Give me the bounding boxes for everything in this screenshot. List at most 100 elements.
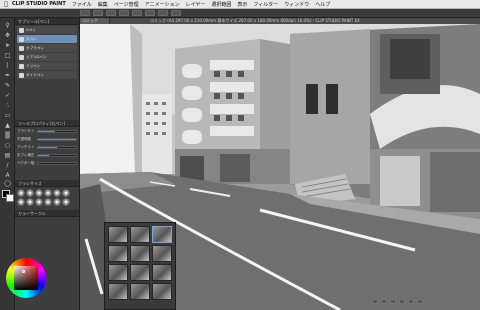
apple-icon[interactable]:  — [0, 1, 12, 8]
menu-edit[interactable]: 編集 — [98, 1, 108, 8]
page-thumbnail[interactable] — [108, 226, 128, 243]
brush-size-preset[interactable] — [62, 189, 70, 197]
brush-size-preset[interactable] — [35, 198, 43, 206]
color-picker-handle[interactable] — [22, 270, 25, 273]
reset-icon[interactable] — [417, 299, 423, 304]
brush-size-preset[interactable] — [35, 189, 43, 197]
zoom-in-icon[interactable] — [381, 299, 387, 304]
app-name[interactable]: CLIP STUDIO PAINT — [12, 1, 66, 7]
gradient-icon[interactable]: ▒ — [3, 132, 12, 140]
subtool-item[interactable]: ガイドペン — [17, 71, 77, 79]
redo-icon[interactable] — [132, 10, 142, 16]
clear-icon[interactable] — [145, 10, 155, 16]
fit-icon[interactable] — [408, 299, 414, 304]
property-slider[interactable] — [37, 154, 77, 157]
page-thumbnail[interactable] — [108, 264, 128, 281]
subtool-label: ガイドペン — [26, 72, 44, 77]
ruler-icon[interactable]: ∕ — [3, 162, 12, 170]
property-row[interactable]: ベクター吸着 — [17, 160, 77, 167]
subtool-header: サブツール[ペン] — [15, 18, 79, 25]
save-icon[interactable] — [106, 10, 116, 16]
property-slider[interactable] — [37, 162, 77, 165]
eyedropper-icon[interactable]: ⌈ — [3, 62, 12, 70]
sub-color-swatch[interactable] — [6, 194, 14, 202]
new-icon[interactable] — [80, 10, 90, 16]
menu-layer[interactable]: レイヤー — [185, 1, 205, 8]
pen-icon — [19, 54, 24, 60]
menu-window[interactable]: ウィンドウ — [284, 1, 309, 8]
pen-icon — [19, 45, 24, 51]
page-thumbnail[interactable] — [130, 264, 150, 281]
brush-size-preset[interactable] — [26, 189, 34, 197]
menu-selection[interactable]: 選択範囲 — [211, 1, 231, 8]
brush-size-preset[interactable] — [17, 189, 25, 197]
undo-icon[interactable] — [119, 10, 129, 16]
subtool-label: リアルGペン — [26, 54, 47, 59]
property-label: ブラシサイズ — [17, 129, 35, 133]
property-slider[interactable] — [37, 146, 77, 149]
transform-icon[interactable] — [158, 10, 168, 16]
page-thumbnail[interactable] — [108, 283, 128, 300]
subtool-item[interactable]: ミリペン — [17, 62, 77, 70]
menu-file[interactable]: ファイル — [72, 1, 92, 8]
menu-animation[interactable]: アニメーション — [145, 1, 180, 8]
brush-size-preset[interactable] — [17, 198, 25, 206]
subtool-label: カブラペン — [26, 45, 44, 50]
page-thumbnail[interactable] — [152, 283, 172, 300]
menubar:  CLIP STUDIO PAINT ファイル 編集 ページ管理 アニメーショ… — [0, 0, 480, 9]
subtool-item[interactable]: リアルGペン — [17, 53, 77, 61]
brush-size-header: ブラシサイズ — [15, 180, 79, 187]
flip-icon[interactable] — [399, 299, 405, 304]
operation-icon[interactable]: ➤ — [3, 42, 12, 50]
brush-size-preset[interactable] — [44, 189, 52, 197]
airbrush-icon[interactable]: ∴ — [3, 102, 12, 110]
frame-icon[interactable]: ▤ — [3, 152, 12, 160]
page-thumbnail[interactable] — [108, 245, 128, 262]
brush-size-preset[interactable] — [62, 198, 70, 206]
subtool-label: Gペン — [26, 27, 36, 32]
property-label: 手ブレ補正 — [17, 153, 35, 157]
pencil-icon[interactable]: ✎ — [3, 82, 12, 90]
property-slider[interactable] — [37, 138, 77, 141]
brush-size-preset[interactable] — [53, 198, 61, 206]
zoom-out-icon[interactable] — [372, 299, 378, 304]
text-icon[interactable]: A — [3, 172, 12, 180]
color-saturation-box[interactable] — [14, 266, 38, 290]
figure-icon[interactable]: ○ — [3, 142, 12, 150]
menu-help[interactable]: ヘルプ — [315, 1, 330, 8]
menu-filter[interactable]: フィルター — [253, 1, 278, 8]
brush-size-preset[interactable] — [44, 198, 52, 206]
open-icon[interactable] — [93, 10, 103, 16]
property-label: 不透明度 — [17, 137, 31, 141]
page-thumbnail[interactable] — [130, 226, 150, 243]
brush-size-preset[interactable] — [26, 198, 34, 206]
page-thumbnail[interactable] — [152, 264, 172, 281]
zoom-icon[interactable]: ⚲ — [3, 22, 12, 30]
rotate-icon[interactable] — [390, 299, 396, 304]
property-row[interactable]: 手ブレ補正 — [17, 152, 77, 159]
command-bar — [0, 9, 480, 18]
brush-size-preset[interactable] — [53, 189, 61, 197]
subtool-item[interactable]: 丸ペン — [17, 35, 77, 43]
menu-view[interactable]: 表示 — [237, 1, 247, 8]
pen-icon[interactable]: ✒ — [3, 72, 12, 80]
subtool-item[interactable]: カブラペン — [17, 44, 77, 52]
page-thumbnail[interactable] — [130, 245, 150, 262]
page-thumbnail[interactable] — [152, 245, 172, 262]
page-thumbnail[interactable] — [130, 283, 150, 300]
move-icon[interactable]: ✥ — [3, 32, 12, 40]
property-row[interactable]: アンチエイリアス — [17, 144, 77, 151]
eraser-icon[interactable]: ▭ — [3, 112, 12, 120]
settings-icon[interactable] — [171, 10, 181, 16]
brush-icon[interactable]: ✓ — [3, 92, 12, 100]
property-row[interactable]: 不透明度 — [17, 136, 77, 143]
property-slider[interactable] — [37, 130, 77, 133]
property-row[interactable]: ブラシサイズ — [17, 128, 77, 135]
fill-icon[interactable]: ▲ — [3, 122, 12, 130]
menu-page[interactable]: ページ管理 — [114, 1, 139, 8]
page-thumbnail[interactable] — [152, 226, 172, 243]
subtool-item[interactable]: Gペン — [17, 26, 77, 34]
color-wheel-header: カラーサークル — [15, 210, 79, 217]
selection-icon[interactable]: □ — [3, 52, 12, 60]
balloon-icon[interactable]: ◯ — [3, 180, 12, 188]
